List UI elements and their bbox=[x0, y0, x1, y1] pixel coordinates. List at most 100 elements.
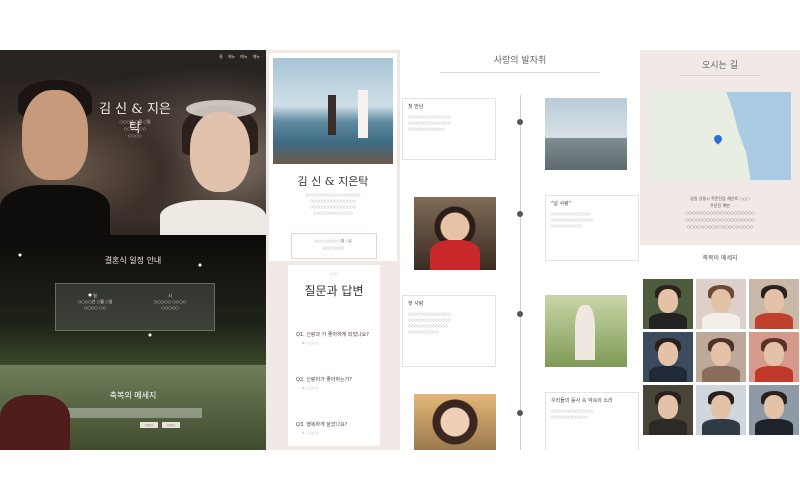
timeline-card-title: 첫 만남 bbox=[408, 104, 424, 110]
guest-face bbox=[658, 342, 678, 366]
nav-item[interactable]: 메뉴 bbox=[253, 54, 260, 60]
guest-photo[interactable] bbox=[749, 385, 799, 435]
qa-question[interactable]: Q3. 행복하게 살았나요? bbox=[296, 421, 347, 428]
guest-face bbox=[711, 289, 731, 313]
timeline-dot bbox=[517, 311, 523, 317]
qa-caption: ○○○ bbox=[329, 272, 339, 276]
timeline-axis bbox=[520, 95, 521, 450]
directions-title: 오시는 길 bbox=[702, 61, 738, 71]
guest-body bbox=[755, 419, 793, 435]
guest-photo-grid bbox=[643, 279, 799, 435]
autumn-photo bbox=[414, 394, 496, 450]
guest-face bbox=[764, 342, 784, 366]
nav-item[interactable]: 메뉴 bbox=[240, 54, 247, 60]
subtitle-line: ○○○○ bbox=[128, 133, 142, 138]
title-divider bbox=[680, 75, 760, 76]
guest-body bbox=[649, 419, 687, 435]
bride-face bbox=[190, 112, 250, 192]
guest-photo[interactable] bbox=[643, 385, 693, 435]
timeline-panel: 사랑의 발자취 첫 만남 ○○○○○○○○○○○○○○ ○○○○○○○○○○○○… bbox=[400, 50, 640, 450]
timeline-card: 첫 사랑 ○○○○○○○○○○○○○○ ○○○○○○○○○○○○○○ ○○○○○… bbox=[402, 295, 496, 367]
guest-face bbox=[658, 289, 678, 313]
timeline-card-title: "널 사랑" bbox=[551, 201, 571, 207]
guest-face bbox=[711, 342, 731, 366]
guest-body bbox=[755, 366, 793, 382]
invitation-panel: 김 신 & 지은탁 ○○○○○○○○○○○○○○○○○○ ○○○○○○○○○○○… bbox=[266, 50, 400, 450]
timeline-card-title: 첫 사랑 bbox=[408, 301, 424, 307]
guest-body bbox=[702, 366, 740, 382]
groom-suit bbox=[0, 185, 110, 240]
date-line: ○○○ ○○○○ bbox=[321, 246, 345, 250]
address-block: 강원 강릉시 주문진읍 해안로 ○○○ 주문진 해변 ○○○○○○○○○○○○○… bbox=[646, 195, 794, 230]
hero-subtitle: ○○○년 ○월 ○일 ○○○○ ○○ ○○○○ bbox=[100, 118, 170, 139]
col-line: ○○○○○ bbox=[161, 305, 179, 310]
qa-answer: A. ○○○○ bbox=[302, 386, 319, 390]
guest-body bbox=[755, 313, 793, 329]
qa-question[interactable]: Q2. 신랑이가 좋아하는가? bbox=[296, 376, 352, 383]
guest-body bbox=[702, 419, 740, 435]
guest-face bbox=[711, 395, 731, 419]
top-nav: 홈 메뉴 메뉴 메뉴 bbox=[219, 54, 260, 60]
message-input[interactable] bbox=[62, 408, 202, 418]
date-line: ○○○ ○○○○ ○월 ○일 bbox=[314, 239, 352, 243]
schedule-right-col: 시 ○○○○○ ○○○○ ○○○○○ bbox=[140, 293, 200, 311]
title-divider bbox=[440, 72, 600, 73]
subtitle-line: ○○○○ ○○ bbox=[123, 126, 147, 131]
subtitle-line: ○○○년 ○월 ○일 bbox=[119, 119, 151, 124]
figure-1 bbox=[328, 95, 336, 135]
address-line: ○○○○○○○○○○○○○○○○○○○○ bbox=[685, 217, 755, 222]
invitation-intro: ○○○○○○○○○○○○○○○○○○ ○○○○○○○○○○○○○○○ ○○○○○… bbox=[284, 192, 382, 216]
red-scarf bbox=[430, 240, 480, 270]
message-button[interactable]: ○○○ bbox=[140, 422, 158, 428]
timeline-card: 첫 만남 ○○○○○○○○○○○○○○ ○○○○○○○○○○○○○○ ○○○○○… bbox=[402, 98, 496, 160]
pier-photo bbox=[545, 98, 627, 170]
garden-message-title: 축복의 메세지 bbox=[109, 391, 157, 400]
guest-photo[interactable] bbox=[749, 332, 799, 382]
guest-face bbox=[658, 395, 678, 419]
figure-2 bbox=[358, 90, 368, 138]
nav-item-home[interactable]: 홈 bbox=[219, 54, 223, 60]
guest-body bbox=[649, 313, 687, 329]
timeline-card: "널 사랑" ○○○○○○○○○○○○○ ○○○○○○○○○○○○○○ ○○○○… bbox=[545, 195, 639, 261]
qa-question[interactable]: Q1. 신랑과 가 좋아하게 되었나요? bbox=[296, 331, 369, 338]
timeline-dot bbox=[517, 119, 523, 125]
address-line: 강원 강릉시 주문진읍 해안로 ○○○ bbox=[690, 196, 750, 201]
address-line: ○○○○○○○○○○○○○○○○○○○○ bbox=[685, 210, 755, 215]
timeline-card-line: ○○○○○○○○○○○○ bbox=[551, 415, 588, 419]
timeline-card-title: 우리들의 동사 속 약속의 소리 bbox=[551, 398, 613, 404]
guest-body bbox=[702, 313, 740, 329]
directions-panel: 오시는 길 강원 강릉시 주문진읍 해안로 ○○○ 주문진 해변 ○○○○○○○… bbox=[640, 50, 800, 450]
guest-face bbox=[764, 289, 784, 313]
col-line: ○○○○ ○○ bbox=[83, 305, 107, 310]
message-button[interactable]: ○○○ bbox=[162, 422, 180, 428]
qa-title: 질문과 답변 bbox=[304, 284, 364, 298]
nav-item[interactable]: 메뉴 bbox=[228, 54, 235, 60]
field-person bbox=[575, 305, 595, 360]
timeline-dot bbox=[517, 211, 523, 217]
timeline-card-line: ○○○○○○○○○○○○ bbox=[408, 127, 445, 131]
address-line: ○○○○○○○○○○○○○○○○○○○ bbox=[686, 224, 754, 229]
date-text: ○○○ ○○○○ ○월 ○일 ○○○ ○○○○ bbox=[294, 238, 372, 252]
schedule-left-col: 일 ○○○○년 ○월 ○일 ○○○○ ○○ bbox=[65, 293, 125, 311]
guest-photo[interactable] bbox=[696, 279, 746, 329]
guest-photo[interactable] bbox=[696, 385, 746, 435]
qa-answer: A. ○○○○ bbox=[302, 341, 319, 345]
invitation-title: 김 신 & 지은탁 bbox=[297, 175, 369, 188]
guest-photo[interactable] bbox=[643, 332, 693, 382]
schedule-section-title: 결혼식 일정 안내 bbox=[104, 256, 162, 265]
blessing-title: 축복의 메세지 bbox=[702, 255, 738, 262]
foreground-person bbox=[0, 395, 70, 450]
guest-photo[interactable] bbox=[696, 332, 746, 382]
guest-photo[interactable] bbox=[643, 279, 693, 329]
timeline-card-line: ○○○○○○○○○○ bbox=[408, 330, 439, 334]
timeline-card: 우리들의 동사 속 약속의 소리 ○○○○○○○○○○○○○○ ○○○○○○○○… bbox=[545, 392, 639, 450]
wedding-landing-panel: 홈 메뉴 메뉴 메뉴 김 신 & 지은탁 ○○○년 ○월 ○일 ○○○○ ○○ … bbox=[0, 50, 266, 450]
qa-answer: A. ○○○○ bbox=[302, 431, 319, 435]
guest-photo[interactable] bbox=[749, 279, 799, 329]
guest-body bbox=[649, 366, 687, 382]
address-line: 주문진 해변 bbox=[710, 203, 730, 208]
timeline-card-line: ○○○○○○○○○○ bbox=[551, 224, 582, 228]
timeline-dot bbox=[517, 410, 523, 416]
intro-line: ○○○○○○○○○○○○○ bbox=[313, 211, 353, 215]
timeline-title: 사랑의 발자취 bbox=[493, 56, 547, 66]
